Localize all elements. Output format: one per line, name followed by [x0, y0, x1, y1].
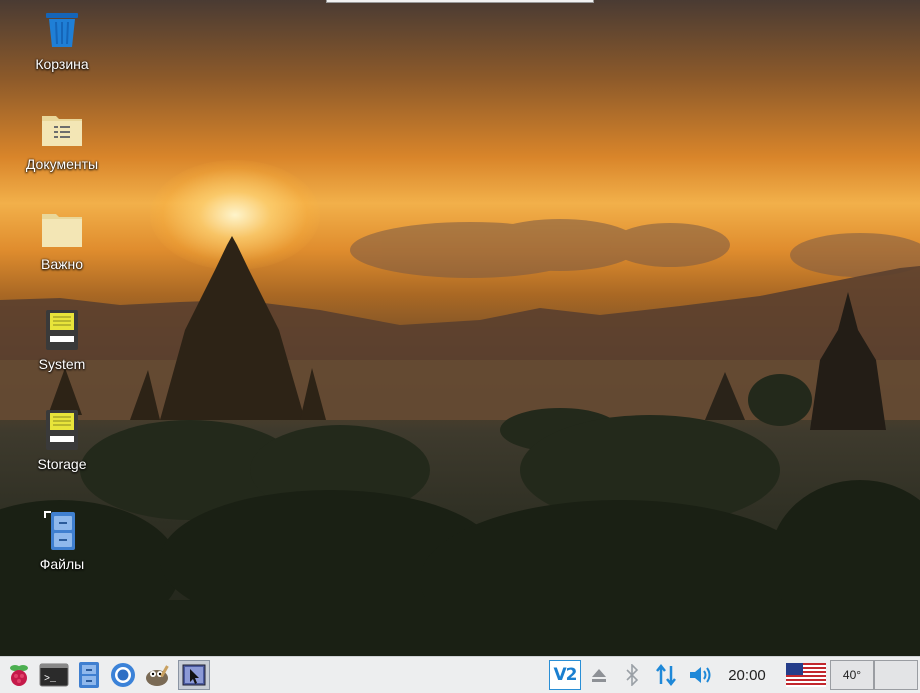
trash-icon — [40, 10, 84, 50]
gimp-icon[interactable] — [142, 660, 174, 690]
file-manager-icon — [40, 510, 84, 550]
drive-icon — [40, 410, 84, 450]
desktop-icon-trash[interactable]: Корзина — [17, 10, 107, 72]
desktop-wallpaper: Корзина Документы Важно System Storage Ф… — [0, 0, 920, 656]
desktop-icon-documents[interactable]: Документы — [17, 110, 107, 172]
network-transfer-icon[interactable] — [652, 660, 680, 690]
desktop-icon-label: Корзина — [35, 56, 89, 72]
desktop-icon-label: Документы — [25, 156, 99, 172]
desktop-icon-label: System — [38, 356, 86, 372]
cpu-usage-monitor[interactable] — [874, 660, 918, 690]
clouds — [350, 219, 920, 278]
bluetooth-icon[interactable] — [620, 660, 644, 690]
vnc-label: V2 — [553, 665, 578, 685]
desktop-icon-label: Файлы — [39, 556, 85, 572]
desktop-icon-storage[interactable]: Storage — [17, 410, 107, 472]
file-cabinet-icon[interactable] — [74, 660, 104, 690]
drive-icon — [40, 310, 84, 350]
landscape-silhouette — [0, 219, 920, 656]
window-edge-fragment — [326, 0, 594, 3]
desktop-icon-important[interactable]: Важно — [17, 210, 107, 272]
documents-folder-icon — [40, 110, 84, 150]
vnc-server-icon[interactable]: V2 — [549, 660, 581, 690]
folder-icon — [40, 210, 84, 250]
desktop-icon-system[interactable]: System — [17, 310, 107, 372]
desktop-icon-files[interactable]: Файлы — [17, 510, 107, 572]
cpu-temperature[interactable]: 40° — [830, 660, 874, 690]
us-flag-icon[interactable] — [784, 660, 828, 690]
volume-icon[interactable] — [686, 660, 716, 690]
desktop-icon-label: Важно — [40, 256, 83, 272]
chromium-browser-icon[interactable] — [108, 660, 138, 690]
clock[interactable]: 20:00 — [722, 660, 772, 690]
screenshot-tool-icon[interactable] — [178, 660, 210, 690]
desktop-icon-label: Storage — [37, 456, 87, 472]
taskbar: >_ V2 20:00 40° — [0, 656, 920, 693]
eject-icon[interactable] — [586, 660, 612, 690]
svg-text:>_: >_ — [44, 674, 57, 685]
raspberry-menu-icon[interactable] — [4, 660, 34, 690]
terminal-icon[interactable]: >_ — [38, 660, 70, 690]
